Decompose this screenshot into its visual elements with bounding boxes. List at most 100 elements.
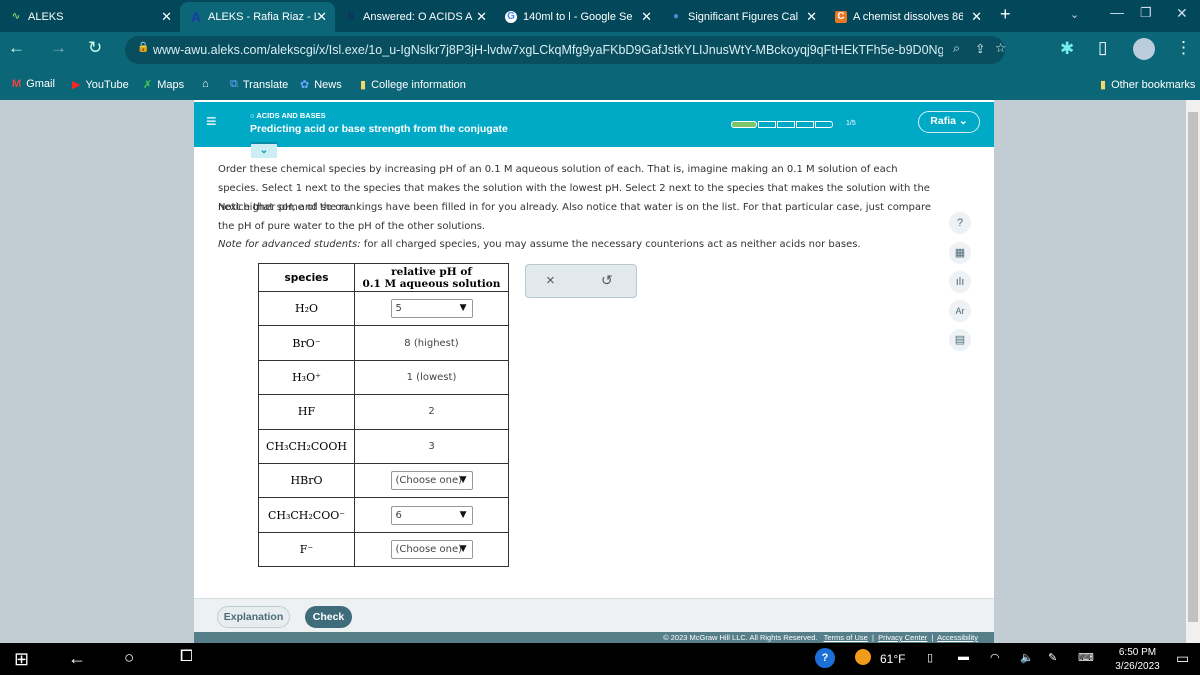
url-text[interactable]: www-awu.aleks.com/alekscgi/x/Isl.exe/1o_… [153, 43, 943, 57]
species-header: species [258, 263, 355, 292]
species-cell: HBrO [258, 462, 355, 499]
tab-bar: ∿ALEKS✕ AALEKS - Rafia Riaz - Learn✕ bAn… [0, 0, 1200, 32]
profile-avatar[interactable] [1133, 38, 1155, 60]
ranking-table: species relative pH of 0.1 M aqueous solu… [258, 263, 509, 568]
side-panel-icon[interactable]: ▯ [1098, 38, 1107, 58]
volume-icon[interactable]: 🔈 [1020, 651, 1034, 664]
tab-aleks[interactable]: ∿ ALEKS ✕ [0, 2, 180, 32]
wifi-icon[interactable]: ◠ [990, 651, 1000, 664]
page-scrollbar[interactable] [1186, 100, 1200, 643]
bookmark-star-icon[interactable]: ☆ [995, 40, 1006, 55]
advanced-note: Note for advanced students: for all char… [218, 239, 861, 250]
battery-icon[interactable]: ▬ [958, 651, 969, 663]
google-icon: G [505, 11, 517, 23]
close-tab-icon[interactable]: ✕ [316, 9, 327, 25]
weather-temp[interactable]: 61°F [880, 652, 905, 666]
close-window-button[interactable]: ✕ [1176, 5, 1188, 22]
folder-icon: ▮ [1100, 79, 1107, 91]
back-button[interactable]: ← [8, 38, 25, 58]
notifications-icon[interactable]: ▭ [1176, 650, 1189, 667]
close-tab-icon[interactable]: ✕ [161, 9, 172, 25]
bookmark-youtube[interactable]: ▶ YouTube [72, 78, 129, 92]
tab-sigfig[interactable]: ●Significant Figures Calcul✕ [660, 2, 825, 32]
tab-aleks-learn[interactable]: AALEKS - Rafia Riaz - Learn✕ [180, 2, 335, 32]
species-cell: H₂O [258, 290, 355, 327]
pen-icon[interactable]: ✎ [1048, 651, 1057, 664]
share-icon[interactable]: ⇪ [975, 41, 985, 56]
accessibility-link[interactable]: Accessibility [937, 633, 978, 642]
bookmark-translate[interactable]: ⧉ Translate [230, 78, 288, 91]
menu-hamburger-icon[interactable]: ≡ [206, 111, 217, 132]
close-tab-icon[interactable]: ✕ [476, 9, 487, 25]
rank-select[interactable]: 6 [390, 505, 473, 525]
species-cell: F⁻ [258, 531, 355, 568]
reload-button[interactable]: ↻ [88, 38, 102, 58]
periodic-table-icon[interactable]: Ar [949, 300, 971, 322]
weather-icon [855, 649, 871, 665]
menu-icon[interactable]: ⋮ [1175, 38, 1192, 58]
species-cell: BrO⁻ [258, 325, 355, 361]
meet-icon[interactable]: ▯ [927, 651, 933, 664]
check-button[interactable]: Check [305, 606, 352, 628]
clock[interactable]: 6:50 PM 3/26/2023 [1110, 646, 1165, 674]
rank-select[interactable]: (Choose one) [390, 471, 473, 491]
answer-tools: × ↺ [525, 264, 637, 298]
tab-answered[interactable]: bAnswered: O ACIDS AND✕ [335, 2, 495, 32]
table-row: F⁻ (Choose one) [258, 531, 509, 568]
data-icon[interactable]: ▤ [949, 329, 971, 351]
news-icon: ✿ [300, 79, 310, 91]
terms-link[interactable]: Terms of Use [824, 633, 868, 642]
privacy-link[interactable]: Privacy Center [878, 633, 927, 642]
search-icon[interactable]: ○ [124, 648, 134, 668]
aleks-header: ≡ ○ ACIDS AND BASES Predicting acid or b… [194, 102, 994, 147]
help-taskbar-icon[interactable]: ? [815, 648, 835, 668]
table-row: CH₃CH₂COO⁻ 6 [258, 497, 509, 533]
folder-icon: ▮ [360, 79, 367, 91]
bookmark-news[interactable]: ✿ News [300, 78, 342, 92]
maximize-button[interactable]: ❐ [1140, 5, 1152, 21]
table-row: HBrO (Choose one) [258, 462, 509, 499]
forward-button[interactable]: → [50, 38, 67, 58]
chart-icon[interactable]: ılı [949, 271, 971, 293]
help-button[interactable]: ? [949, 212, 971, 234]
calculator-site-icon: ● [672, 11, 680, 22]
notice-paragraph: Notice that some of the rankings have be… [218, 202, 932, 232]
tab-google[interactable]: G140ml to l - Google Search✕ [495, 2, 660, 32]
user-menu-button[interactable]: Rafia ⌄ [918, 111, 980, 133]
close-tab-icon[interactable]: ✕ [971, 9, 982, 25]
address-bar[interactable]: 🔒 www-awu.aleks.com/alekscgi/x/Isl.exe/1… [125, 36, 1006, 64]
bookmark-gmail[interactable]: M Gmail [12, 78, 55, 90]
rank-select[interactable]: (Choose one) [390, 539, 473, 559]
tab-chegg[interactable]: CA chemist dissolves 867. ✕ [825, 2, 990, 32]
task-view-icon[interactable]: ⧠ [180, 648, 193, 666]
bookmark-college[interactable]: ▮ College information [360, 78, 466, 92]
bartleby-icon: b [347, 11, 355, 22]
new-tab-button[interactable]: + [1000, 4, 1011, 25]
tab-search-icon[interactable]: ⌄ [1070, 8, 1079, 21]
zoom-icon[interactable]: ⌕ [953, 41, 960, 56]
extensions-icon[interactable]: ✱ [1060, 39, 1074, 59]
keyboard-icon[interactable]: ⌨ [1078, 651, 1094, 664]
species-cell: HF [258, 394, 355, 430]
close-tab-icon[interactable]: ✕ [806, 9, 817, 25]
clear-button[interactable]: × [546, 272, 555, 289]
species-cell: H₃O⁺ [258, 359, 355, 396]
calculator-icon[interactable]: ▦ [949, 242, 971, 264]
rank-fixed: 3 [354, 428, 509, 464]
other-bookmarks[interactable]: ▮ Other bookmarks [1100, 78, 1195, 92]
bookmark-icon[interactable]: ⌂ [202, 78, 209, 90]
bookmarks-bar: M Gmail ▶ YouTube ✗ Maps ⌂ ⧉ Translate ✿ News… [0, 68, 1200, 100]
undo-button[interactable]: ↺ [601, 272, 613, 289]
aleks-a-icon: A [190, 9, 202, 25]
collapse-chevron-button[interactable]: ⌄ [251, 142, 277, 158]
rank-select[interactable]: 5 [390, 299, 473, 319]
close-tab-icon[interactable]: ✕ [641, 9, 652, 25]
footer: © 2023 McGraw Hill LLC. All Rights Reser… [194, 632, 994, 643]
bookmark-maps[interactable]: ✗ Maps [143, 78, 184, 92]
back-icon[interactable]: ← [68, 648, 86, 669]
explanation-button[interactable]: Explanation [217, 606, 290, 628]
aleks-icon: ∿ [11, 11, 21, 22]
table-row: BrO⁻ 8 (highest) [258, 325, 509, 361]
windows-start-icon[interactable]: ⊞ [14, 649, 29, 670]
minimize-button[interactable]: — [1110, 4, 1124, 20]
